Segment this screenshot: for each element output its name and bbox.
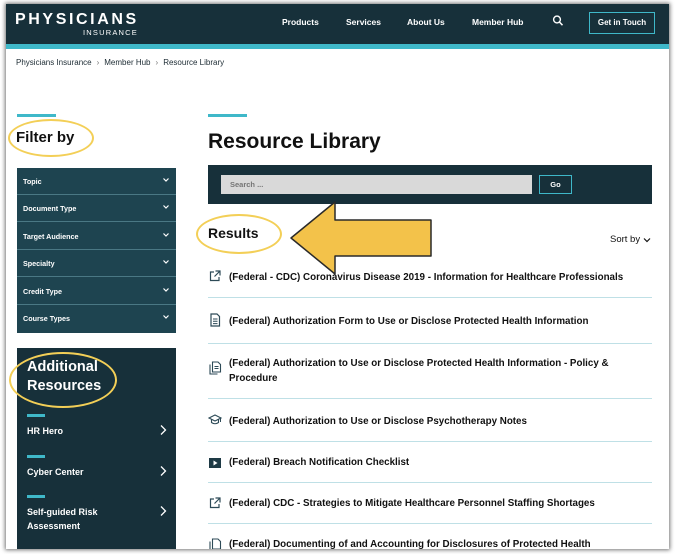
result-item[interactable]: (Federal) Breach Notification Checklist <box>208 442 652 483</box>
filter-label: Topic <box>23 177 42 186</box>
main-accent-bar <box>208 114 247 117</box>
sort-by-dropdown[interactable]: Sort by <box>610 234 651 245</box>
filter-topic[interactable]: Topic <box>17 168 176 195</box>
filter-label: Specialty <box>23 259 55 268</box>
external-link-icon <box>209 497 221 509</box>
chevron-down-icon <box>163 205 169 209</box>
chevron-down-icon <box>643 237 651 242</box>
filter-panel: Topic Document Type Target Audience Spec… <box>17 168 176 333</box>
result-title: (Federal) Documenting of and Accounting … <box>229 539 591 549</box>
sort-by-label: Sort by <box>610 234 641 245</box>
graduation-cap-icon <box>208 414 222 425</box>
search-go-button[interactable]: Go <box>539 175 572 194</box>
resource-accent-bar <box>27 455 45 458</box>
filter-credit-type[interactable]: Credit Type <box>17 278 176 305</box>
result-item[interactable]: (Federal) Authorization to Use or Disclo… <box>208 344 652 399</box>
header-accent-stripe <box>6 44 669 49</box>
nav-products[interactable]: Products <box>282 17 319 27</box>
chevron-down-icon <box>163 288 169 292</box>
chevron-down-icon <box>163 260 169 264</box>
filter-title: Filter by <box>16 129 75 146</box>
breadcrumb-member-hub[interactable]: Member Hub <box>104 58 150 67</box>
document-icon <box>210 313 221 327</box>
filter-label: Course Types <box>23 314 70 323</box>
filter-label: Target Audience <box>23 232 79 241</box>
nav-member-hub[interactable]: Member Hub <box>472 17 523 27</box>
resource-link-label: Cyber Center <box>27 467 84 477</box>
result-title: (Federal) CDC - Strategies to Mitigate H… <box>229 498 595 509</box>
resource-link-label: Self-guided Risk Assessment <box>27 507 98 531</box>
additional-resources-title: Additional Resources <box>27 359 102 394</box>
chevron-down-icon <box>163 233 169 237</box>
chevron-right-icon <box>160 425 167 435</box>
page-title: Resource Library <box>208 130 381 153</box>
filter-specialty[interactable]: Specialty <box>17 250 176 277</box>
chevron-right-icon <box>160 466 167 476</box>
nav-services[interactable]: Services <box>346 17 381 27</box>
filter-course-types[interactable]: Course Types <box>17 305 176 332</box>
browser-frame: PHYSICIANS INSURANCE Products Services A… <box>6 4 669 549</box>
chevron-down-icon <box>163 178 169 182</box>
filter-document-type[interactable]: Document Type <box>17 195 176 222</box>
get-in-touch-button[interactable]: Get in Touch <box>589 12 655 34</box>
result-title: (Federal) Authorization to Use or Disclo… <box>229 358 609 384</box>
filter-label: Document Type <box>23 204 77 213</box>
documents-icon <box>209 361 222 375</box>
filter-target-audience[interactable]: Target Audience <box>17 223 176 250</box>
resource-accent-bar <box>27 414 45 417</box>
search-band: Go <box>208 165 652 204</box>
result-title: (Federal) Authorization to Use or Disclo… <box>229 416 527 427</box>
chevron-down-icon <box>163 315 169 319</box>
result-item[interactable]: (Federal) Authorization to Use or Disclo… <box>208 399 652 442</box>
search-icon[interactable] <box>552 14 564 28</box>
logo-subtitle: INSURANCE <box>83 28 138 37</box>
annotation-arrow <box>290 201 432 275</box>
top-navigation-bar: PHYSICIANS INSURANCE Products Services A… <box>6 4 669 44</box>
chevron-right-icon <box>160 506 167 516</box>
external-link-icon <box>209 270 221 282</box>
result-title: (Federal) Authorization Form to Use or D… <box>229 316 589 327</box>
result-item[interactable]: (Federal) CDC - Strategies to Mitigate H… <box>208 483 652 524</box>
video-play-icon <box>209 458 221 468</box>
chevron-right-icon: › <box>155 58 159 67</box>
breadcrumb-resource-library: Resource Library <box>163 58 225 67</box>
result-title: (Federal) Breach Notification Checklist <box>229 457 410 468</box>
result-item[interactable]: (Federal) Documenting of and Accounting … <box>208 524 652 549</box>
additional-resources-panel: Additional Resources HR Hero Cyber Cente… <box>17 348 176 549</box>
documents-icon <box>209 538 222 549</box>
results-title: Results <box>208 225 259 241</box>
nav-about-us[interactable]: About Us <box>407 17 445 27</box>
logo-wordmark[interactable]: PHYSICIANS <box>15 11 139 29</box>
filter-label: Credit Type <box>23 287 63 296</box>
chevron-right-icon: › <box>96 58 100 67</box>
breadcrumb: Physicians Insurance › Member Hub › Reso… <box>16 58 224 67</box>
result-item[interactable]: (Federal) Authorization Form to Use or D… <box>208 298 652 344</box>
search-input[interactable] <box>221 175 532 194</box>
filter-accent-bar <box>17 114 56 117</box>
resource-link-label: HR Hero <box>27 426 64 436</box>
resource-accent-bar <box>27 495 45 498</box>
breadcrumb-physicians-insurance[interactable]: Physicians Insurance <box>16 58 92 67</box>
